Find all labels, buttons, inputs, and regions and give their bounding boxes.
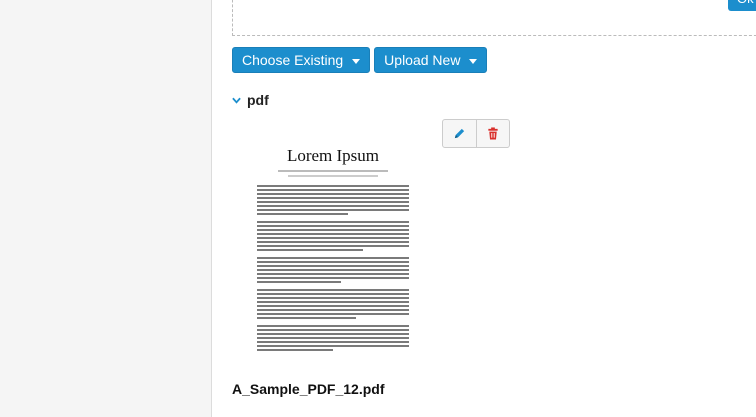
file-actions [442,119,510,148]
pdf-thumbnail[interactable]: Lorem Ipsum [254,142,412,352]
chevron-down-icon[interactable] [232,96,241,105]
choose-existing-label: Choose Existing [242,52,344,68]
trash-icon [488,127,498,140]
thumbnail-subtitle-line [288,175,378,177]
partial-button[interactable]: Ok [728,0,756,11]
button-row: Choose Existing Upload New [232,47,488,73]
pencil-icon [454,128,465,139]
caret-down-icon [352,58,361,64]
section-header[interactable]: pdf [232,92,269,108]
delete-button[interactable] [476,120,509,147]
upload-dropzone[interactable] [232,0,756,36]
sidebar [0,0,212,417]
thumbnail-paragraph [257,325,409,351]
upload-new-button[interactable]: Upload New [374,47,488,73]
thumbnail-subtitle-line [278,170,388,172]
thumbnail-paragraph [257,257,409,283]
upload-new-label: Upload New [384,52,461,68]
thumbnail-paragraph [257,185,409,215]
main-panel: Ok Choose Existing Upload New pdf [212,0,756,417]
thumbnail-title: Lorem Ipsum [286,146,380,165]
thumbnail-paragraph [257,289,409,319]
file-name: A_Sample_PDF_12.pdf [232,381,385,397]
section-title: pdf [247,92,269,108]
choose-existing-button[interactable]: Choose Existing [232,47,371,73]
caret-down-icon [469,58,478,64]
edit-button[interactable] [443,120,476,147]
thumbnail-paragraph [257,221,409,251]
